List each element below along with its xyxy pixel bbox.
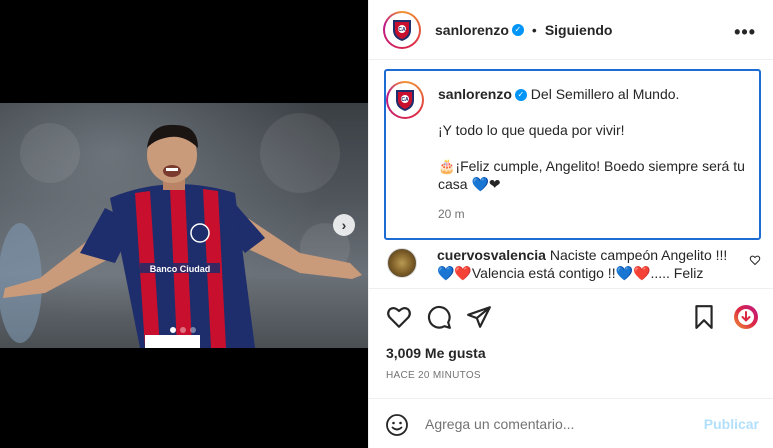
follow-status-button[interactable]: Siguiendo — [545, 22, 613, 38]
author-avatar[interactable]: CA — [383, 10, 421, 49]
caption-line-1: Del Semillero al Mundo. — [530, 86, 680, 102]
publish-button[interactable]: Publicar — [704, 416, 759, 432]
commenter-avatar[interactable] — [387, 248, 417, 278]
carousel-dot — [190, 327, 196, 333]
carousel-indicator — [170, 327, 196, 333]
caption-timestamp[interactable]: 20 m — [438, 207, 465, 221]
svg-text:Banco Ciudad: Banco Ciudad — [150, 264, 211, 274]
header-separator: • — [531, 21, 537, 38]
commenter-username[interactable]: cuervosvalencia — [437, 247, 546, 263]
caption-author-avatar[interactable]: CA — [386, 81, 424, 119]
post-media: Banco Ciudad › — [0, 0, 368, 448]
more-horizontal-icon[interactable]: ••• — [734, 22, 756, 43]
comment-item: cuervosvalencia Naciste campeón Angelito… — [384, 246, 769, 282]
likes-count[interactable]: 3,009 Me gusta — [386, 345, 486, 361]
post-header: CA sanlorenzo ✓ • Siguiendo ••• — [369, 0, 773, 60]
post-photo[interactable]: Banco Ciudad — [0, 103, 368, 348]
player-illustration: Banco Ciudad — [0, 124, 362, 348]
caption-line-2: ¡Y todo lo que queda por vivir! — [438, 122, 625, 138]
carousel-next-button[interactable]: › — [333, 214, 355, 236]
emoji-icon[interactable] — [385, 413, 409, 437]
comment-icon[interactable] — [426, 304, 452, 330]
comment-like-heart-icon[interactable] — [749, 254, 761, 266]
caption-text: sanlorenzo ✓ Del Semillero al Mundo. ¡Y t… — [438, 85, 756, 211]
bookmark-icon[interactable] — [691, 304, 717, 330]
remix-download-icon[interactable] — [733, 304, 759, 330]
verified-badge-icon: ✓ — [514, 89, 527, 102]
send-icon[interactable] — [466, 304, 492, 330]
heart-icon[interactable] — [386, 304, 412, 330]
comment-input[interactable] — [425, 412, 675, 436]
caption-line-3: 🎂¡Feliz cumple, Angelito! Boedo siempre … — [438, 158, 745, 192]
svg-text:CA: CA — [401, 97, 409, 103]
post-actions-bar — [369, 288, 773, 343]
author-username[interactable]: sanlorenzo — [435, 22, 509, 38]
post-sidebar: CA sanlorenzo ✓ • Siguiendo ••• CA sanlo… — [368, 0, 773, 448]
carousel-dot — [180, 327, 186, 333]
svg-text:CA: CA — [398, 27, 406, 33]
post-time-ago: HACE 20 MINUTOS — [386, 370, 481, 381]
verified-badge-icon: ✓ — [511, 23, 524, 36]
club-crest-icon: CA — [393, 19, 411, 41]
caption-username[interactable]: sanlorenzo — [438, 86, 512, 102]
carousel-dot — [170, 327, 176, 333]
comment-text-block: cuervosvalencia Naciste campeón Angelito… — [437, 246, 737, 282]
caption-block: CA sanlorenzo ✓ Del Semillero al Mundo. ¡… — [384, 69, 761, 240]
add-comment-bar: Publicar — [369, 398, 773, 448]
club-crest-icon: CA — [396, 90, 414, 111]
